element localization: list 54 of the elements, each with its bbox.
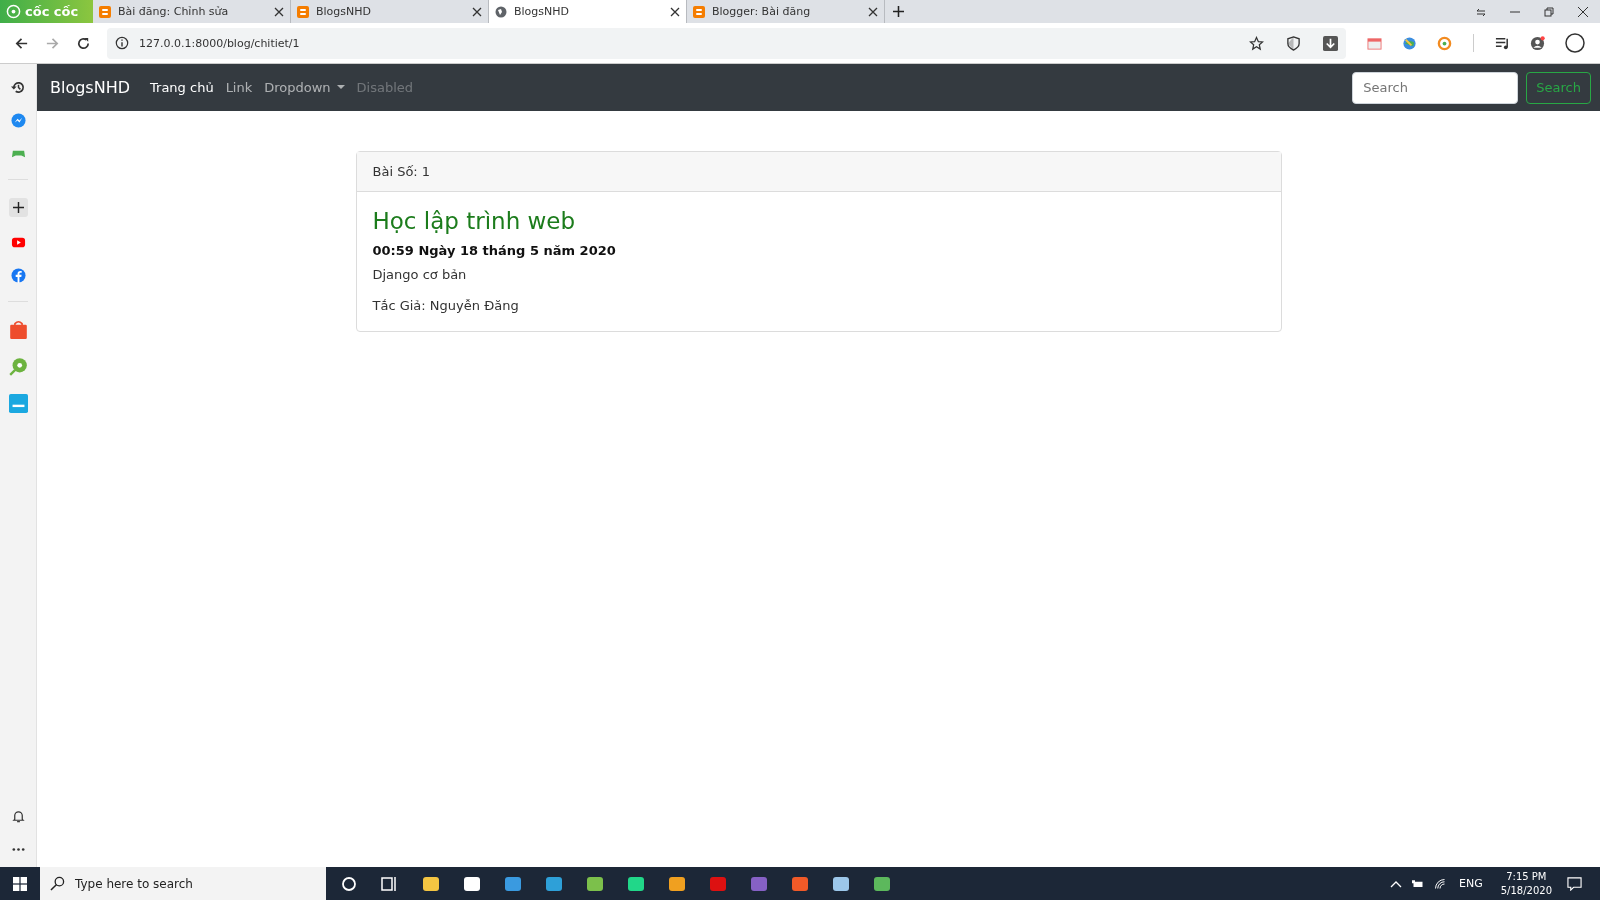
plus-icon: [12, 202, 24, 213]
clock[interactable]: 7:15 PM 5/18/2020: [1500, 869, 1552, 898]
shopping-bag-icon[interactable]: [8, 320, 28, 339]
site-brand[interactable]: BlogsNHD: [50, 78, 131, 97]
battery-icon[interactable]: [1412, 877, 1424, 890]
account-icon[interactable]: [1530, 35, 1545, 51]
nav-link[interactable]: Link: [225, 80, 253, 95]
post-summary: Django cơ bản: [372, 267, 468, 282]
close-icon[interactable]: [274, 6, 284, 17]
post-number: Bài Số: 1: [372, 164, 431, 179]
messenger-icon[interactable]: [10, 113, 26, 128]
close-icon[interactable]: [472, 6, 482, 17]
search-field[interactable]: Search: [1352, 71, 1519, 104]
add-button[interactable]: [8, 198, 28, 217]
leaf-circle-icon: [6, 4, 21, 19]
info-icon[interactable]: [115, 36, 129, 50]
search-button[interactable]: Search: [1526, 71, 1591, 104]
star-icon[interactable]: [1249, 35, 1264, 51]
windows-start-icon[interactable]: [13, 876, 27, 891]
globe-icon: [495, 5, 507, 18]
dropdown-toggle[interactable]: Dropdown: [264, 80, 345, 95]
post-author: Tắc Giả: Nguyễn Đăng: [372, 298, 520, 313]
post-date: 00:59 Ngày 18 tháng 5 năm 2020: [372, 243, 617, 258]
playlist-icon[interactable]: [1495, 35, 1510, 51]
browser-tab[interactable]: BlogsNHD: [489, 0, 687, 23]
browser-name: cốc cốc: [25, 4, 79, 19]
close-icon[interactable]: [1578, 6, 1588, 17]
address-field[interactable]: 127.0.0.1:8000/blog/chitiet/1: [107, 27, 1346, 59]
calendar-icon[interactable]: [1367, 35, 1382, 51]
reload-icon[interactable]: [76, 35, 91, 51]
notification-icon[interactable]: [1567, 876, 1582, 891]
history-icon[interactable]: [10, 80, 26, 95]
taskbar-search-field[interactable]: Type here to search: [40, 867, 326, 900]
blog-icon: [99, 5, 111, 18]
caret-icon: [336, 85, 345, 90]
bell-icon[interactable]: [10, 809, 26, 824]
post-title[interactable]: Học lập trình web: [372, 208, 1265, 234]
download-icon[interactable]: [1323, 35, 1338, 51]
wifi-icon[interactable]: [1434, 877, 1446, 890]
target-icon[interactable]: [1437, 35, 1452, 51]
language-indicator[interactable]: ENG: [1459, 877, 1483, 890]
nav-link[interactable]: Trang chủ: [150, 80, 214, 95]
close-icon[interactable]: [670, 6, 680, 17]
search-icon: [50, 876, 65, 891]
close-icon[interactable]: [868, 6, 878, 17]
youtube-icon[interactable]: [10, 235, 26, 250]
facebook-icon[interactable]: [10, 268, 26, 283]
restore-icon[interactable]: [1544, 6, 1554, 17]
blog-icon: [693, 5, 705, 18]
profile-circle-icon[interactable]: [1565, 33, 1585, 53]
globe-icon[interactable]: [1402, 35, 1417, 51]
blog-icon: [297, 5, 309, 18]
new-tab-icon[interactable]: [893, 6, 904, 17]
arrows-icon[interactable]: [1476, 6, 1486, 17]
